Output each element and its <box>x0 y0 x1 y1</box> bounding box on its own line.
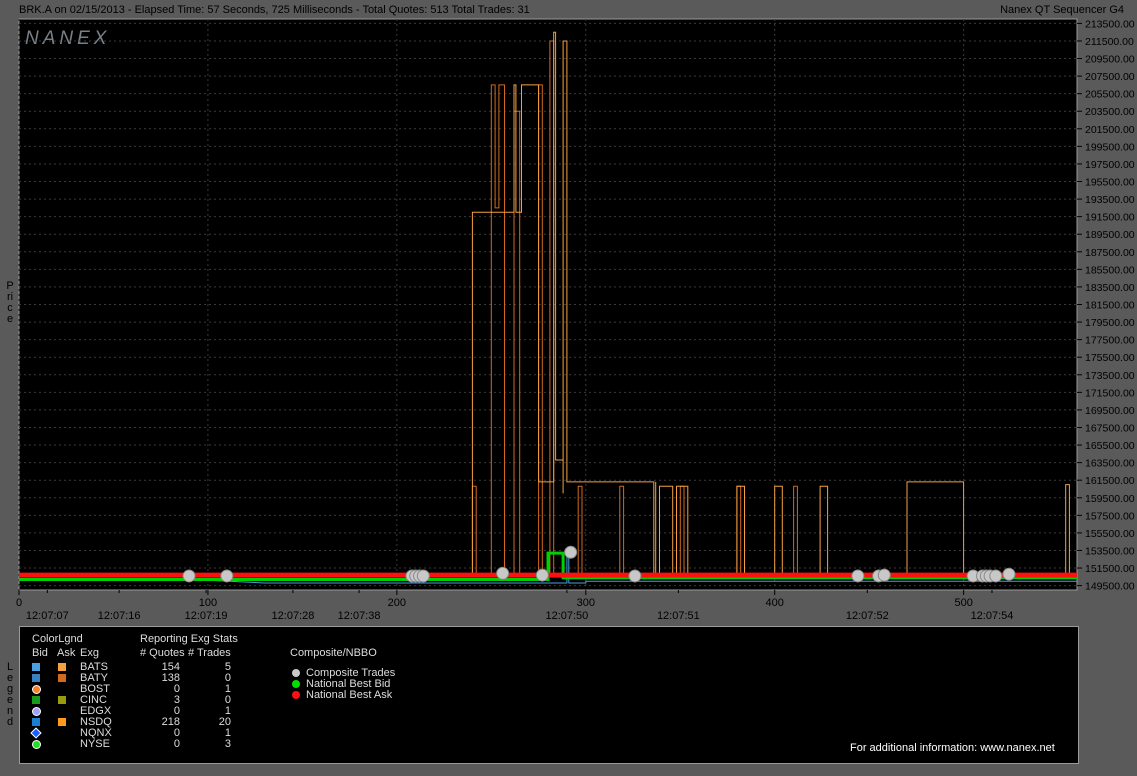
y-tick-label: 177500.00 <box>1085 335 1135 347</box>
price-chart: NANEX 213500.00 211500.00 209500.00 207500.0… <box>16 18 1135 622</box>
x-tick-label: 500 <box>954 597 972 609</box>
x-tick-label: 300 <box>577 597 595 609</box>
composite-trade-point <box>877 568 891 582</box>
composite-swatch <box>292 691 300 699</box>
y-tick-label: 153500.00 <box>1085 545 1135 557</box>
y-tick-label: 149500.00 <box>1085 581 1135 593</box>
y-tick-label: 151500.00 <box>1085 563 1135 575</box>
y-tick-label: 191500.00 <box>1085 212 1135 224</box>
time-label: 12:07:51 <box>657 610 700 622</box>
y-tick-label: 195500.00 <box>1085 177 1135 189</box>
ask-swatch <box>58 696 66 704</box>
composite-trade-point <box>851 569 865 583</box>
y-tick-label: 179500.00 <box>1085 317 1135 329</box>
x-tick-label: 400 <box>766 597 784 609</box>
composite-trade-point <box>535 568 549 582</box>
legend-axis-title: Legend <box>6 661 14 728</box>
legend-trade-count: 3 <box>224 738 231 750</box>
bid-swatch <box>32 707 41 716</box>
y-tick-label: 157500.00 <box>1085 510 1135 522</box>
y-tick-label: 199500.00 <box>1085 141 1135 153</box>
footer-info: For additional information: www.nanex.ne… <box>850 742 1055 754</box>
y-tick-label: 159500.00 <box>1085 493 1135 505</box>
y-tick-label: 175500.00 <box>1085 352 1135 364</box>
composite-trade-point <box>220 569 234 583</box>
bid-swatch <box>32 718 40 726</box>
bid-swatch <box>32 696 40 704</box>
time-label: 12:07:07 <box>26 610 69 622</box>
composite-trade-point <box>989 569 1003 583</box>
y-tick-label: 209500.00 <box>1085 54 1135 66</box>
ask-swatch <box>58 674 66 682</box>
y-tick-label: 205500.00 <box>1085 89 1135 101</box>
y-tick-label: 183500.00 <box>1085 282 1135 294</box>
time-label: 12:07:38 <box>338 610 381 622</box>
bid-swatch <box>32 740 41 749</box>
bid-swatch <box>32 674 40 682</box>
x-tick-label: 200 <box>388 597 406 609</box>
time-label: 12:07:16 <box>98 610 141 622</box>
y-tick-label: 165500.00 <box>1085 440 1135 452</box>
y-tick-label: 181500.00 <box>1085 300 1135 312</box>
y-tick-label: 193500.00 <box>1085 194 1135 206</box>
composite-swatch <box>292 669 300 677</box>
time-label: 12:07:19 <box>185 610 228 622</box>
exg-column-header: Exg <box>80 647 99 659</box>
stats-title: Reporting Exg Stats <box>140 633 238 645</box>
composite-title: Composite/NBBO <box>290 647 377 659</box>
bid-swatch <box>32 663 40 671</box>
time-label: 12:07:50 <box>545 610 588 622</box>
legend-panel: ColorLgnd Bid Ask Exg Reporting Exg Stat… <box>19 626 1079 764</box>
ask-swatch <box>58 718 66 726</box>
bid-column-header: Bid <box>32 647 48 659</box>
legend-quote-count: 0 <box>173 738 180 750</box>
y-tick-label: 203500.00 <box>1085 106 1135 118</box>
bid-swatch <box>32 685 41 694</box>
y-tick-label: 169500.00 <box>1085 405 1135 417</box>
y-tick-label: 201500.00 <box>1085 124 1135 136</box>
y-tick-label: 173500.00 <box>1085 370 1135 382</box>
y-tick-label: 167500.00 <box>1085 422 1135 434</box>
y-tick-label: 171500.00 <box>1085 387 1135 399</box>
ask-swatch <box>58 663 66 671</box>
composite-trade-point <box>182 569 196 583</box>
nanex-watermark: NANEX <box>25 28 110 49</box>
composite-trade-point <box>1002 567 1016 581</box>
legend-exchange: NYSE <box>80 738 110 750</box>
bid-swatch <box>30 727 42 739</box>
composite-trade-point <box>416 569 430 583</box>
time-label: 12:07:52 <box>846 610 889 622</box>
plot-area <box>18 18 1078 591</box>
y-tick-label: 197500.00 <box>1085 159 1135 171</box>
y-tick-label: 185500.00 <box>1085 264 1135 276</box>
composite-trade-point <box>496 566 510 580</box>
y-tick-label: 163500.00 <box>1085 458 1135 470</box>
composite-swatch <box>292 680 300 688</box>
trades-column-header: # Trades <box>188 647 231 659</box>
y-tick-label: 161500.00 <box>1085 475 1135 487</box>
ask-column-header: Ask <box>57 647 76 659</box>
x-tick-label: 0 <box>16 597 22 609</box>
time-label: 12:07:54 <box>971 610 1014 622</box>
color-legend-title: ColorLgnd <box>32 633 83 645</box>
y-tick-label: 211500.00 <box>1085 36 1134 48</box>
y-tick-label: 189500.00 <box>1085 229 1135 241</box>
composite-trade-point <box>628 569 642 583</box>
composite-label: National Best Ask <box>306 689 393 701</box>
y-tick-label: 213500.00 <box>1085 18 1135 30</box>
time-label: 12:07:28 <box>272 610 315 622</box>
x-tick-label: 100 <box>199 597 217 609</box>
y-tick-label: 155500.00 <box>1085 528 1135 540</box>
y-tick-label: 187500.00 <box>1085 247 1135 259</box>
y-tick-label: 207500.00 <box>1085 71 1135 83</box>
quotes-column-header: # Quotes <box>140 647 185 659</box>
composite-trade-point <box>564 545 578 559</box>
